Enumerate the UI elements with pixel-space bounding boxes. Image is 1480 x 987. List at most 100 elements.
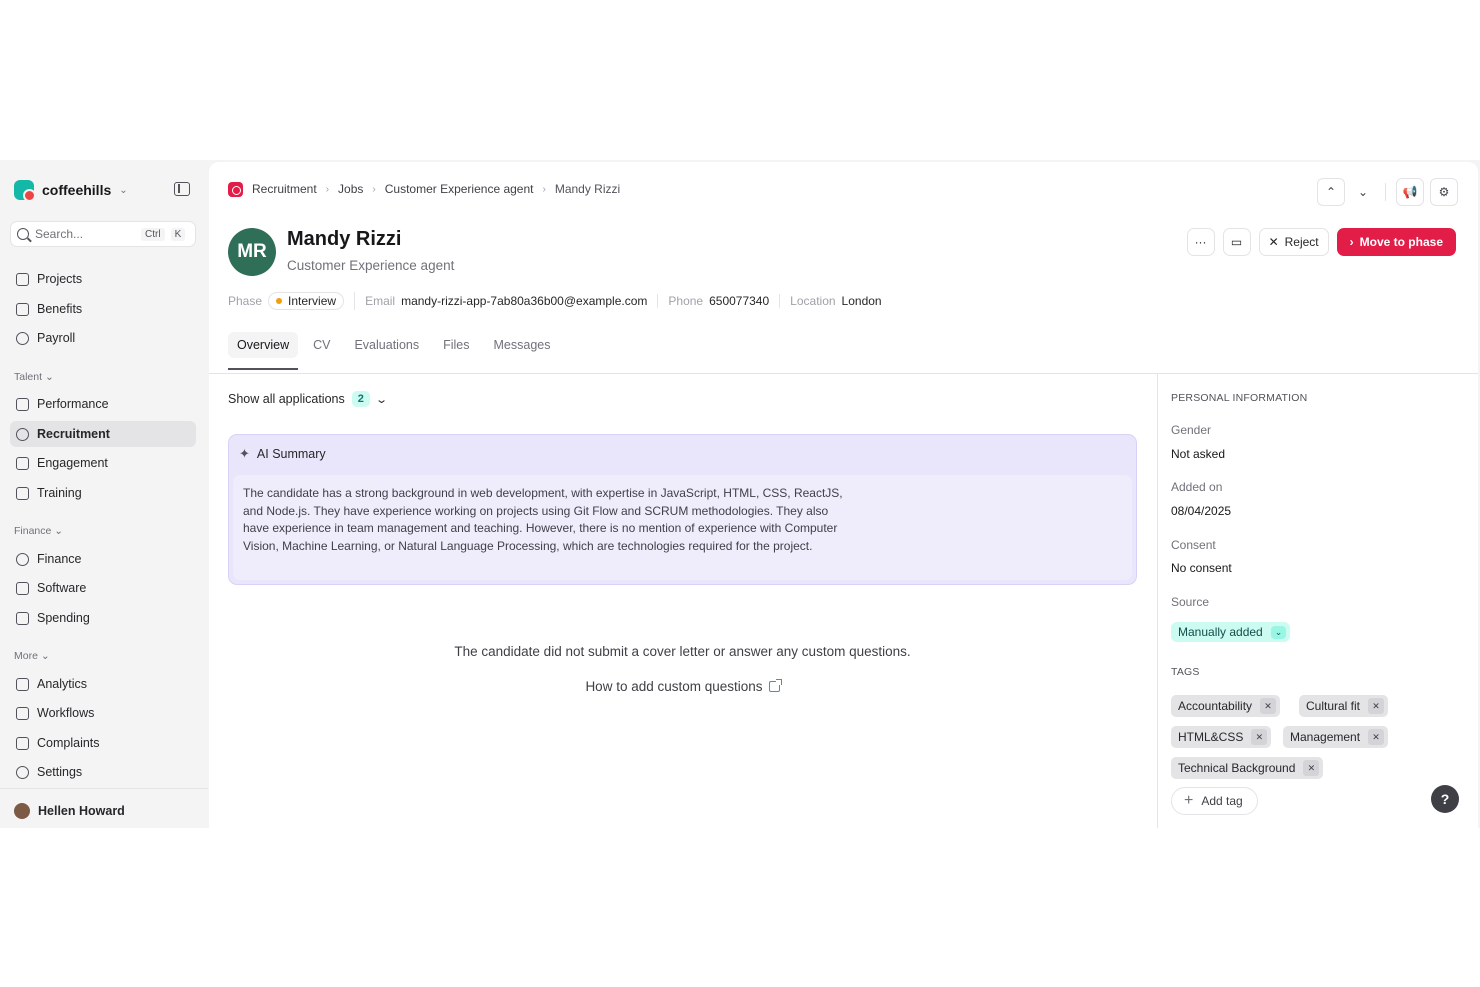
workspace-logo-icon <box>14 180 36 202</box>
remove-tag-icon[interactable]: ✕ <box>1368 729 1385 745</box>
sidebar-item-projects[interactable]: Projects <box>10 266 196 292</box>
sidebar-item-recruitment[interactable]: Recruitment <box>10 421 196 447</box>
sidebar-item-payroll[interactable]: Payroll <box>10 325 196 351</box>
applications-count: 2 <box>351 391 370 407</box>
sidebar-item-analytics[interactable]: Analytics <box>10 671 196 697</box>
source-select[interactable]: Manually added ⌄ <box>1171 622 1291 642</box>
breadcrumb-recruitment[interactable]: Recruitment <box>252 182 317 196</box>
gear-icon: ⚙ <box>1438 185 1450 199</box>
sidebar-item-training[interactable]: Training <box>10 480 196 506</box>
shortcut-key: K <box>170 227 186 241</box>
tab-cv[interactable]: CV <box>304 332 339 358</box>
user-menu[interactable]: Hellen Howard <box>14 800 125 822</box>
chat-icon <box>16 456 29 470</box>
sidebar-toggle-icon[interactable] <box>174 182 190 196</box>
panel-divider <box>1157 374 1158 828</box>
candidate-email[interactable]: mandy-rizzi-app-7ab80a36b00@example.com <box>401 294 647 308</box>
sidebar-item-label: Finance <box>37 552 82 566</box>
ai-summary-body: The candidate has a strong background in… <box>233 475 1132 580</box>
add-tag-button[interactable]: + Add tag <box>1171 787 1258 815</box>
app-window: coffeehills ⌄ Ctrl K Projects Benefits P… <box>0 160 1480 828</box>
software-icon <box>16 581 29 595</box>
previous-candidate-button[interactable]: ⌃ <box>1317 178 1345 206</box>
remove-tag-icon[interactable]: ✕ <box>1251 729 1268 745</box>
sidebar-item-label: Payroll <box>37 331 76 345</box>
consent-value: No consent <box>1171 561 1232 575</box>
chevron-down-icon: ⌄ <box>1270 625 1287 639</box>
tab-messages[interactable]: Messages <box>485 332 560 358</box>
sidebar-item-settings[interactable]: Settings <box>10 759 196 785</box>
tag-html-css[interactable]: HTML&CSS ✕ <box>1171 726 1272 748</box>
phase-badge[interactable]: Interview <box>268 292 345 310</box>
sidebar-item-finance[interactable]: Finance <box>10 546 196 572</box>
chevron-down-icon: ⌄ <box>1357 185 1369 199</box>
remove-tag-icon[interactable]: ✕ <box>1260 698 1277 714</box>
gender-label: Gender <box>1171 423 1212 437</box>
phase-dot-icon <box>276 298 283 304</box>
section-finance[interactable]: Finance ⌄ <box>14 525 63 537</box>
add-tag-label: Add tag <box>1201 794 1243 808</box>
tag-technical-background[interactable]: Technical Background ✕ <box>1171 757 1324 779</box>
sidebar-item-engagement[interactable]: Engagement <box>10 450 196 476</box>
breadcrumb-job[interactable]: Customer Experience agent <box>385 182 534 196</box>
tags-heading: TAGS <box>1171 666 1200 678</box>
sidebar-item-label: Complaints <box>37 736 100 750</box>
sidebar-item-workflows[interactable]: Workflows <box>10 700 196 726</box>
sidebar-item-performance[interactable]: Performance <box>10 391 196 417</box>
no-cover-letter-note: The candidate did not submit a cover let… <box>454 644 911 659</box>
sidebar-item-label: Benefits <box>37 302 83 316</box>
show-all-applications-toggle[interactable]: Show all applications 2 ⌄ <box>228 391 388 407</box>
sparkle-icon: ✦ <box>239 446 250 461</box>
help-button[interactable]: ? <box>1431 785 1459 813</box>
sidebar-item-label: Projects <box>37 272 83 286</box>
divider <box>1385 183 1386 201</box>
tab-overview[interactable]: Overview <box>228 332 299 370</box>
section-more[interactable]: More ⌄ <box>14 650 50 662</box>
next-candidate-button[interactable]: ⌄ <box>1351 180 1375 204</box>
candidate-phone[interactable]: 650077340 <box>709 294 769 308</box>
move-to-phase-button[interactable]: › Move to phase <box>1336 228 1456 256</box>
section-talent[interactable]: Talent ⌄ <box>14 371 54 383</box>
user-name: Hellen Howard <box>38 804 125 818</box>
search-input[interactable] <box>35 227 135 241</box>
book-icon <box>16 486 29 500</box>
workspace-switcher[interactable]: coffeehills ⌄ <box>14 178 128 202</box>
external-link-icon <box>768 679 782 692</box>
announcement-button[interactable]: 📢 <box>1396 178 1424 206</box>
more-button[interactable]: ··· <box>1186 228 1215 256</box>
candidate-meta: Phase Interview Email mandy-rizzi-app-7a… <box>228 292 902 310</box>
more-icon: ··· <box>1194 235 1207 249</box>
coin-icon <box>16 331 29 345</box>
tag-cultural-fit[interactable]: Cultural fit ✕ <box>1299 695 1389 717</box>
briefcase-icon <box>16 272 29 286</box>
calendar-button[interactable]: ▭ <box>1222 228 1251 256</box>
remove-tag-icon[interactable]: ✕ <box>1368 698 1385 714</box>
reject-button[interactable]: ✕ Reject <box>1258 228 1329 256</box>
source-label: Source <box>1171 595 1210 609</box>
custom-questions-link[interactable]: How to add custom questions <box>228 679 1137 694</box>
tag-accountability[interactable]: Accountability ✕ <box>1171 695 1281 717</box>
added-on-label: Added on <box>1171 480 1223 494</box>
chart-line-icon <box>16 397 29 411</box>
breadcrumb-current: Mandy Rizzi <box>554 182 621 196</box>
meta-phase: Phase Interview <box>228 292 356 310</box>
source-value: Manually added <box>1178 625 1263 639</box>
tab-evaluations[interactable]: Evaluations <box>345 332 428 358</box>
settings-button[interactable]: ⚙ <box>1430 178 1458 206</box>
tab-files[interactable]: Files <box>434 332 478 358</box>
ai-summary-text: The candidate has a strong background in… <box>243 486 843 553</box>
breadcrumb: Recruitment › Jobs › Customer Experience… <box>228 178 620 200</box>
breadcrumb-jobs[interactable]: Jobs <box>338 182 363 196</box>
remove-tag-icon[interactable]: ✕ <box>1303 760 1320 776</box>
search-box[interactable]: Ctrl K <box>10 221 196 247</box>
top-actions: ⌃ ⌄ 📢 ⚙ <box>1317 178 1458 206</box>
analytics-icon <box>16 677 29 691</box>
sidebar-item-spending[interactable]: Spending <box>10 605 196 631</box>
gift-icon <box>16 302 29 316</box>
tag-management[interactable]: Management ✕ <box>1283 726 1389 748</box>
sidebar-item-software[interactable]: Software <box>10 575 196 601</box>
sidebar-item-benefits[interactable]: Benefits <box>10 296 196 322</box>
sidebar-item-complaints[interactable]: Complaints <box>10 730 196 756</box>
plus-icon: + <box>1184 792 1194 809</box>
chevron-up-icon: ⌃ <box>1325 185 1337 199</box>
